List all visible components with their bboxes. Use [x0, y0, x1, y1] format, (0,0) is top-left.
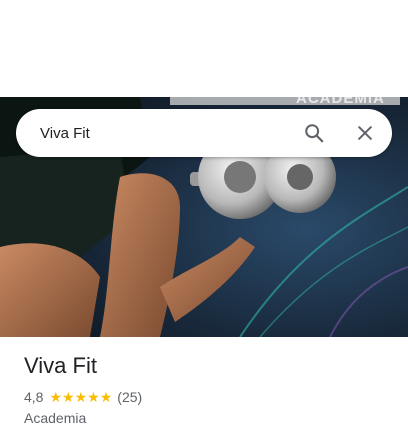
search-input[interactable]	[40, 122, 290, 144]
close-icon	[358, 126, 372, 140]
place-category[interactable]: Academia	[24, 410, 86, 426]
clear-search-button[interactable]	[351, 119, 379, 147]
hero-brand-text: ACADEMIA	[296, 97, 385, 107]
place-name: Viva Fit	[24, 353, 97, 378]
star-icon: ★	[49, 389, 63, 405]
map-blank-area	[0, 0, 408, 97]
rating-row[interactable]: 4,8 ★ ★ ★ ★ ★ (25)	[24, 389, 142, 405]
star-icon: ★	[99, 389, 113, 405]
review-count[interactable]: (25)	[117, 389, 142, 405]
search-icon	[305, 124, 324, 143]
rating-value: 4,8	[24, 389, 44, 405]
search-button[interactable]	[300, 119, 328, 147]
search-bar	[16, 109, 392, 157]
star-icon: ★	[62, 389, 75, 405]
star-icon: ★	[74, 389, 88, 405]
rating-stars: ★ ★ ★ ★ ★	[49, 390, 112, 404]
star-icon: ★	[87, 389, 100, 405]
